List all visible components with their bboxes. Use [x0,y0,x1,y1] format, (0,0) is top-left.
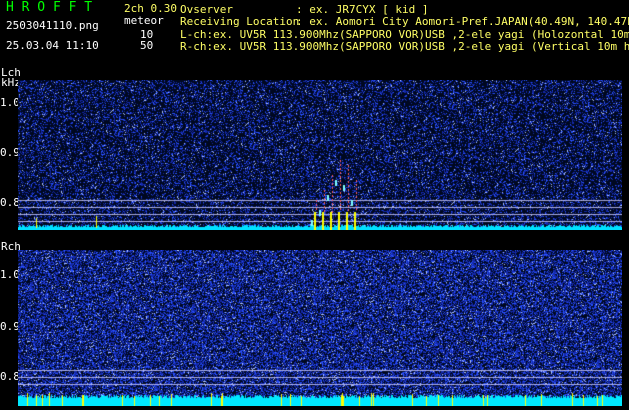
lch-ytick: 0.8 [0,196,20,209]
rch-ytick: 0.8 [0,370,20,383]
rch-ytick: 0.9 [0,320,20,333]
rch-description: R-ch:ex. UV5R 113.900Mhz(SAPPORO VOR)USB… [180,41,629,53]
app-logo: H R O F F T [6,0,93,15]
meteor-count-r: 50 [140,39,154,52]
rch-ytick: 1.0 [0,268,20,281]
lch-ytick: 0.9 [0,146,20,159]
lch-description: L-ch:ex. UV5R 113.900Mhz(SAPPORO VOR)USB… [180,29,629,41]
file-name: 2503041110.png [6,19,99,32]
lch-spectrogram [18,80,622,230]
rch-spectrogram [18,250,622,406]
location-label: Receiving Location [180,15,300,28]
lch-ytick: 1.0 [0,96,20,109]
meteor-label: meteor [124,14,164,27]
location-value: : ex. Aomori City Aomori-Pref.JAPAN(40.4… [296,15,629,28]
date-time: 25.03.04 11:10 [6,39,99,52]
